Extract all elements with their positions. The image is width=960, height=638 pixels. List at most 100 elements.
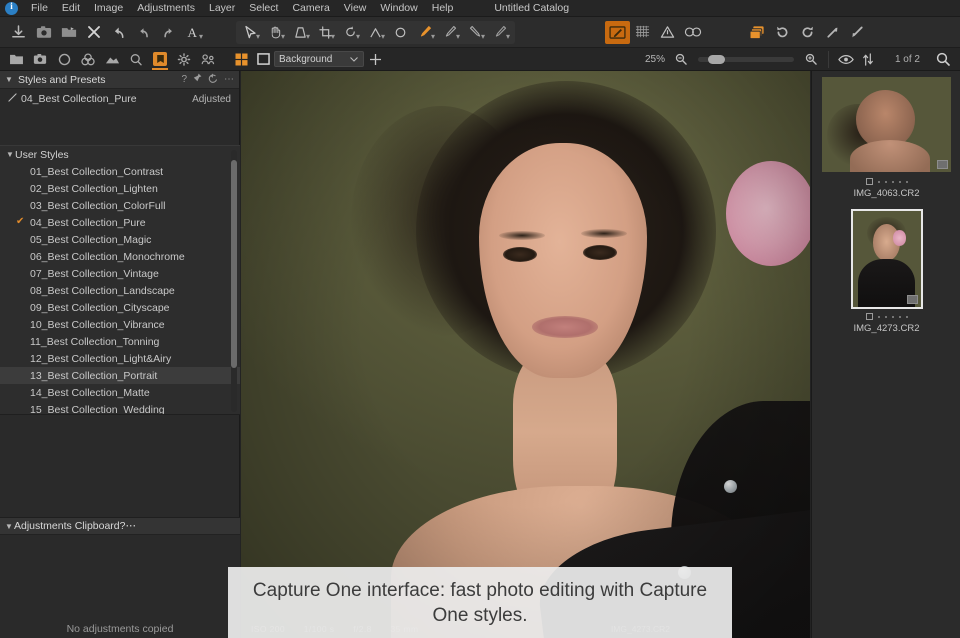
list-item[interactable]: IMG_4273.CR2	[812, 199, 960, 334]
thumbnail[interactable]	[822, 77, 951, 172]
rating-dot[interactable]	[898, 180, 901, 183]
reset-icon[interactable]	[156, 21, 181, 44]
adjustments-clipboard-header[interactable]: ▼ Adjustments Clipboard ? ⋯	[0, 517, 240, 535]
tree-group-user-styles[interactable]: ▼ User Styles	[0, 146, 240, 163]
applied-style-row[interactable]: 04_Best Collection_Pure Adjusted	[0, 89, 239, 109]
menu-item-camera[interactable]: Camera	[285, 1, 336, 15]
redo-icon[interactable]	[131, 21, 156, 44]
single-view-icon[interactable]	[252, 48, 274, 70]
straighten-tool-icon[interactable]: ▾	[363, 21, 388, 44]
menu-item-edit[interactable]: Edit	[55, 1, 87, 15]
menu-item-layer[interactable]: Layer	[202, 1, 242, 15]
rating-dot[interactable]	[884, 180, 887, 183]
panel-options-icon[interactable]: ⋯	[125, 520, 136, 532]
crop-tool-icon[interactable]: ▾	[313, 21, 338, 44]
import-images-icon[interactable]	[6, 21, 31, 44]
grid-view-icon[interactable]	[230, 48, 252, 70]
image-browser[interactable]: IMG_4063.CR2 IMG_4273.CR2	[811, 71, 960, 638]
list-item[interactable]: 03_Best Collection_ColorFull	[0, 197, 240, 214]
pan-tool-icon[interactable]: ▾	[263, 21, 288, 44]
menu-item-adjustments[interactable]: Adjustments	[130, 1, 202, 15]
sidebar-item-adjustments[interactable]	[148, 48, 172, 70]
thumbnail-rating-row[interactable]	[812, 177, 960, 186]
menu-item-view[interactable]: View	[337, 1, 374, 15]
sidebar-item-exposure[interactable]	[100, 48, 124, 70]
list-item[interactable]: 07_Best Collection_Vintage	[0, 265, 240, 282]
list-item[interactable]: 05_Best Collection_Magic	[0, 231, 240, 248]
reset-panel-icon[interactable]	[208, 73, 218, 86]
menu-item-image[interactable]: Image	[87, 1, 130, 15]
zoom-out-icon[interactable]	[670, 48, 692, 70]
zoom-in-icon[interactable]	[800, 48, 822, 70]
heal-brush-icon[interactable]: ▾	[488, 21, 513, 44]
zoom-slider[interactable]	[697, 54, 794, 64]
sidebar-item-color[interactable]	[76, 48, 100, 70]
grid-overlay-icon[interactable]	[630, 21, 655, 44]
menu-item-help[interactable]: Help	[425, 1, 461, 15]
compare-variants-icon[interactable]	[857, 48, 879, 70]
list-item[interactable]: 08_Best Collection_Landscape	[0, 282, 240, 299]
help-icon[interactable]: ?	[181, 74, 187, 85]
close-icon[interactable]	[81, 21, 106, 44]
rotate-tool-icon[interactable]: ▾	[338, 21, 363, 44]
list-item[interactable]: 11_Best Collection_Tonning	[0, 333, 240, 350]
sidebar-item-lens[interactable]	[52, 48, 76, 70]
chevron-down-icon[interactable]: ▼	[6, 150, 15, 159]
text-tool-icon[interactable]: A ▾	[181, 21, 206, 44]
panel-options-icon[interactable]: ⋯	[224, 74, 234, 85]
proof-view-icon[interactable]	[835, 48, 857, 70]
menu-item-window[interactable]: Window	[373, 1, 424, 15]
rotate-right-icon[interactable]	[795, 21, 820, 44]
open-folder-icon[interactable]	[56, 21, 81, 44]
zoom-slider-handle[interactable]	[707, 54, 725, 64]
sidebar-item-details[interactable]	[124, 48, 148, 70]
search-icon[interactable]	[932, 48, 954, 70]
rating-dot[interactable]	[877, 315, 880, 318]
list-item[interactable]: 10_Best Collection_Vibrance	[0, 316, 240, 333]
list-item[interactable]: IMG_4063.CR2	[812, 71, 960, 199]
color-tag-icon[interactable]	[865, 313, 873, 320]
pointer-tool-icon[interactable]: ▾	[238, 21, 263, 44]
focus-mask-icon[interactable]	[680, 21, 705, 44]
rating-dot[interactable]	[877, 180, 880, 183]
list-item[interactable]: 01_Best Collection_Contrast	[0, 163, 240, 180]
menu-item-file[interactable]: File	[24, 1, 55, 15]
list-item[interactable]: 12_Best Collection_Light&Airy	[0, 350, 240, 367]
list-item[interactable]: 14_Best Collection_Matte	[0, 384, 240, 401]
thumbnail-rating-row[interactable]	[812, 312, 960, 321]
collapse-icon[interactable]	[845, 21, 870, 44]
color-tag-icon[interactable]	[865, 178, 873, 185]
photo-canvas[interactable]: ISO 200 1/100 s f/2.8 35 mm IMG_4273.CR2	[241, 71, 810, 638]
layer-select[interactable]: Background	[274, 51, 364, 67]
capture-icon[interactable]	[31, 21, 56, 44]
crop-keystone-icon[interactable]: ▾	[288, 21, 313, 44]
list-item[interactable]: 13_Best Collection_Portrait	[0, 367, 240, 384]
pin-icon[interactable]	[193, 73, 202, 86]
rating-dot[interactable]	[891, 180, 894, 183]
chevron-down-icon[interactable]: ▼	[5, 522, 14, 531]
rotate-left-icon[interactable]	[770, 21, 795, 44]
exposure-warning-icon[interactable]	[655, 21, 680, 44]
styles-tree[interactable]: ▼ User Styles 01_Best Collection_Contras…	[0, 145, 240, 415]
chevron-down-icon[interactable]: ▼	[5, 75, 14, 84]
rating-dot[interactable]	[905, 315, 908, 318]
color-editor-icon[interactable]	[605, 20, 630, 44]
rating-dot[interactable]	[905, 180, 908, 183]
list-item[interactable]: ✔ 04_Best Collection_Pure	[0, 214, 240, 231]
scrollbar-vertical[interactable]	[231, 150, 237, 412]
expand-icon[interactable]	[820, 21, 845, 44]
sidebar-item-capture[interactable]	[28, 48, 52, 70]
thumbnail[interactable]	[850, 209, 923, 309]
styles-panel-header[interactable]: ▼ Styles and Presets ? ⋯	[0, 71, 239, 89]
sidebar-item-library[interactable]	[4, 48, 28, 70]
rating-dot[interactable]	[898, 315, 901, 318]
scrollbar-thumb[interactable]	[231, 160, 237, 368]
rating-dot[interactable]	[884, 315, 887, 318]
menu-item-select[interactable]: Select	[242, 1, 285, 15]
list-item[interactable]: 06_Best Collection_Monochrome	[0, 248, 240, 265]
erase-mask-icon[interactable]: ▾	[438, 21, 463, 44]
copy-apply-adjustments-icon[interactable]	[745, 21, 770, 44]
sidebar-item-output[interactable]	[196, 48, 220, 70]
draw-mask-icon[interactable]: ▾	[413, 21, 438, 44]
sidebar-item-metadata[interactable]	[172, 48, 196, 70]
